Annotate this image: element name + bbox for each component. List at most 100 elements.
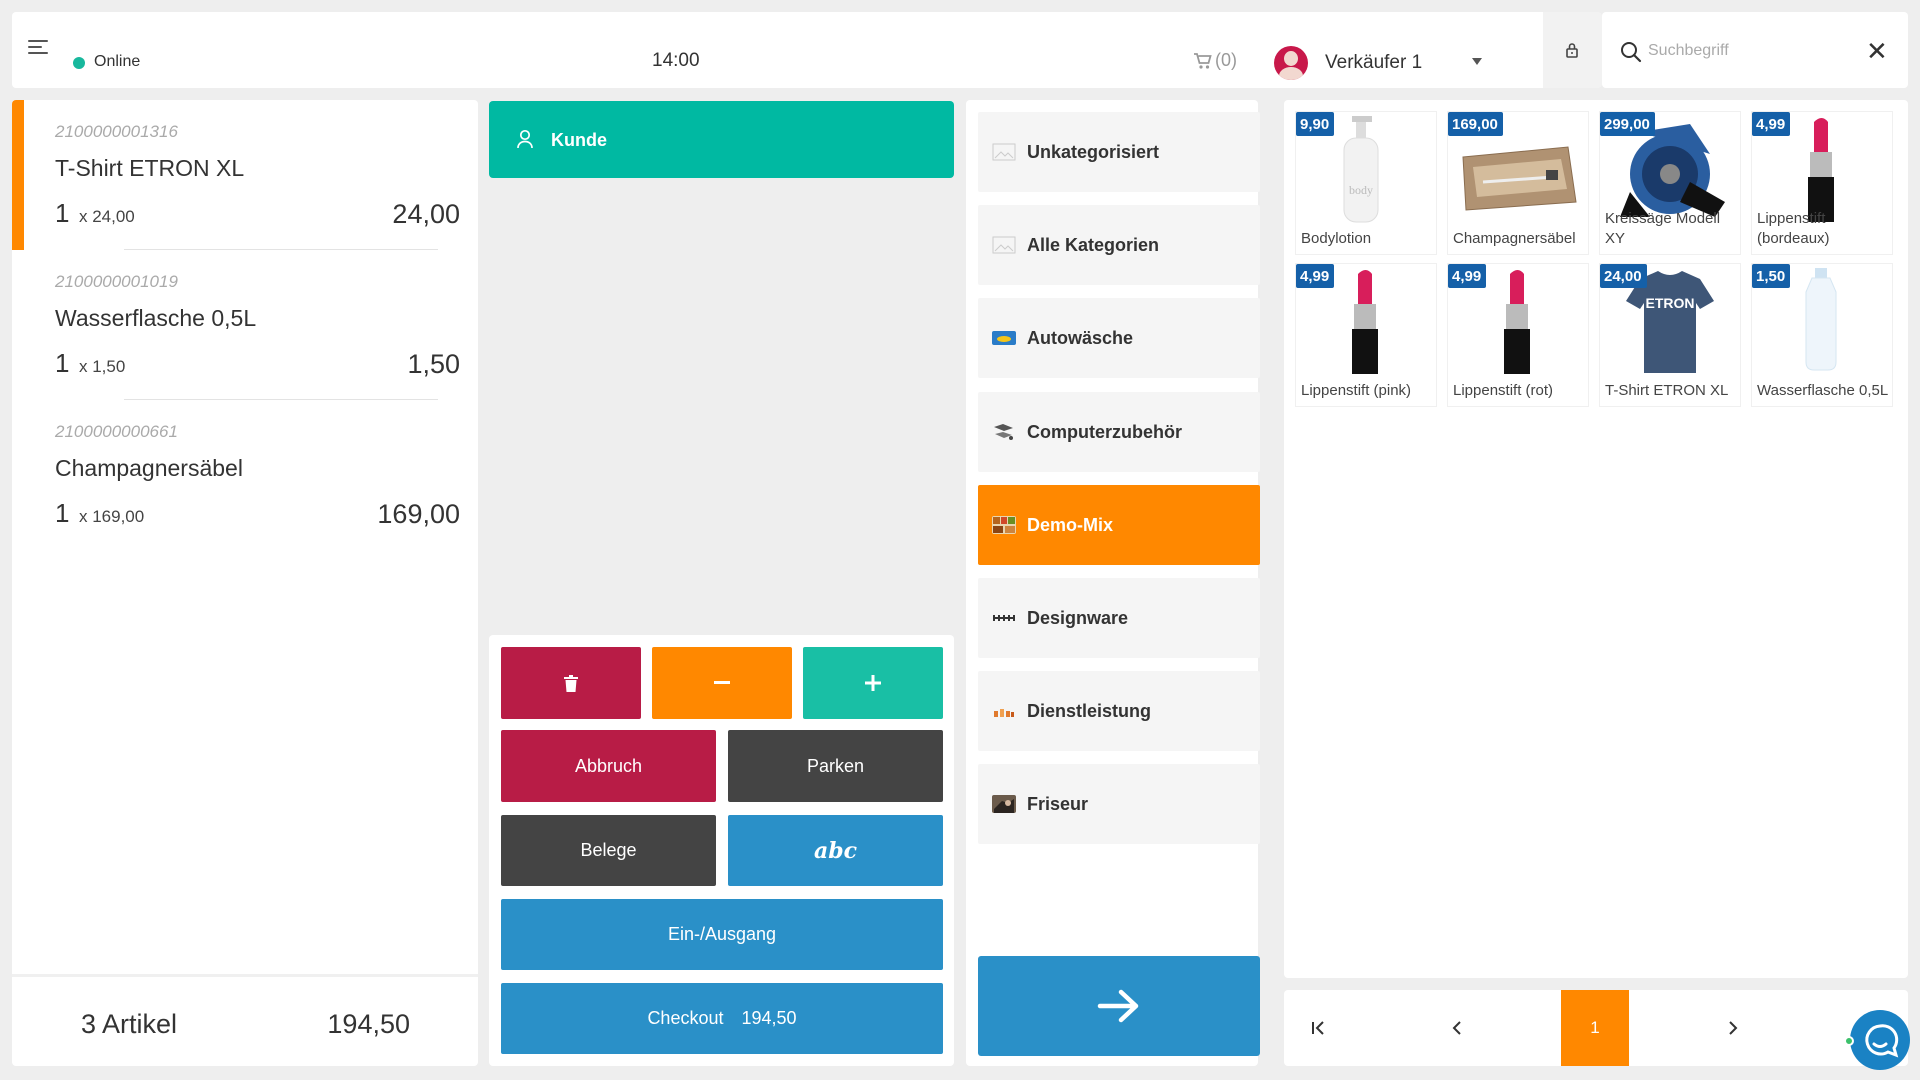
category-alle-kategorien[interactable]: Alle Kategorien: [978, 205, 1260, 285]
hairdresser-thumb: [992, 795, 1016, 813]
chevron-right-icon: [1729, 1021, 1738, 1035]
product-price: 169,00: [1448, 112, 1503, 136]
product-name: Lippenstift (rot): [1453, 382, 1554, 399]
customer-label: Kunde: [551, 130, 607, 150]
lock-button[interactable]: [1543, 12, 1602, 88]
category-autowaesche[interactable]: Autowäsche: [978, 298, 1260, 378]
product-price: 4,99: [1296, 264, 1335, 288]
cart-item-code: 2100000000661: [55, 422, 178, 441]
page-button-current[interactable]: 1: [1561, 990, 1629, 1066]
cart-panel: 2100000001316 T-Shirt ETRON XL 1 x 24,00…: [12, 100, 478, 1066]
park-button[interactable]: Parken: [728, 730, 943, 802]
action-pad: Abbruch Parken Belege abc Ein-/Ausgang C…: [489, 635, 954, 1066]
category-demo-mix[interactable]: Demo-Mix: [978, 485, 1260, 565]
product-tile[interactable]: 169,00 Champagnersäbel: [1448, 112, 1588, 254]
clock: 14:00: [652, 50, 700, 71]
in-out-button[interactable]: Ein-/Ausgang: [501, 899, 943, 970]
designer-logo-thumb: [993, 615, 1015, 621]
product-price: 1,50: [1752, 264, 1791, 288]
cart-icon: [1194, 52, 1212, 69]
receipts-button[interactable]: Belege: [501, 815, 716, 886]
next-page-button[interactable]: [1699, 990, 1767, 1066]
category-label: Designware: [1027, 608, 1129, 628]
seller-name[interactable]: Verkäufer 1: [1325, 52, 1422, 74]
search-bar: ✕: [1602, 12, 1908, 88]
product-tile[interactable]: 1,50 Wasserflasche 0,5L: [1752, 264, 1892, 406]
text-input-button[interactable]: abc: [728, 815, 943, 886]
product-name: T-Shirt ETRON XL: [1605, 382, 1729, 399]
product-price: 24,00: [1600, 264, 1647, 288]
product-name: Bodylotion: [1301, 230, 1372, 247]
chevron-down-icon[interactable]: [1472, 58, 1482, 65]
avatar[interactable]: [1274, 46, 1308, 80]
previous-page-button[interactable]: [1423, 990, 1491, 1066]
cart-sum: 194,50: [327, 1009, 410, 1039]
category-label: Autowäsche: [1027, 328, 1134, 348]
online-status-label: Online: [94, 53, 141, 70]
category-label: Dienstleistung: [1027, 701, 1152, 721]
checkout-button[interactable]: Checkout 194,50: [501, 983, 943, 1054]
chevron-left-icon: [1452, 1021, 1461, 1035]
cart-item-unit-price: x 169,00: [79, 507, 145, 526]
product-tile[interactable]: ETRON 24,00 T-Shirt ETRON XL: [1600, 264, 1740, 406]
cart-indicator[interactable]: (0): [1193, 50, 1237, 71]
product-price: 299,00: [1600, 112, 1655, 136]
cart-item-total: 1,50: [407, 349, 460, 379]
category-dienstleistung[interactable]: Dienstleistung: [978, 671, 1260, 751]
category-label: Friseur: [1027, 794, 1089, 814]
svg-text:body: body: [1349, 183, 1373, 197]
product-price: 4,99: [1448, 264, 1487, 288]
category-designware[interactable]: Designware: [978, 578, 1260, 658]
cart-summary: 3 Artikel 194,50: [12, 974, 478, 1066]
product-tile[interactable]: 4,99 Lippenstift (bordeaux): [1752, 112, 1892, 254]
service-thumb: [994, 709, 1014, 717]
cart-item-name: Wasserflasche 0,5L: [55, 305, 257, 331]
cart-item-name: T-Shirt ETRON XL: [55, 155, 245, 181]
category-unkategorisiert[interactable]: Unkategorisiert: [978, 112, 1260, 192]
category-computerzubehoer[interactable]: Computerzubehör: [978, 392, 1260, 472]
image-placeholder-icon: [992, 143, 1016, 161]
cart-line-item[interactable]: 2100000001316 T-Shirt ETRON XL 1 x 24,00…: [12, 100, 478, 250]
image-placeholder-icon: [992, 236, 1016, 254]
cancel-button[interactable]: Abbruch: [501, 730, 716, 802]
cart-item-total: 24,00: [392, 199, 460, 229]
menu-icon[interactable]: [28, 40, 48, 60]
product-grid: body 9,90 Bodylotion 169,00 Champagnersä…: [1284, 100, 1908, 978]
delete-item-button[interactable]: [501, 647, 641, 719]
decrease-qty-button[interactable]: [652, 647, 792, 719]
product-name: Wasserflasche 0,5L: [1757, 382, 1889, 399]
user-icon: [517, 129, 533, 149]
cart-item-code: 2100000001316: [55, 122, 178, 141]
product-tile[interactable]: 299,00 Kreissäge Modell XY: [1600, 112, 1740, 254]
lock-icon: [1566, 43, 1578, 58]
customer-button[interactable]: Kunde: [489, 101, 954, 178]
support-chat-button[interactable]: [1850, 1010, 1910, 1070]
search-icon: [1621, 42, 1642, 63]
product-name: Lippenstift (bordeaux): [1757, 210, 1830, 247]
category-panel: Unkategorisiert Alle Kategorien Autowäsc…: [966, 100, 1260, 1066]
cart-line-item[interactable]: 2100000001019 Wasserflasche 0,5L 1 x 1,5…: [12, 250, 478, 400]
trash-icon: [564, 674, 578, 692]
category-label: Unkategorisiert: [1027, 142, 1160, 162]
first-page-button[interactable]: [1284, 990, 1352, 1066]
pagination: 1: [1284, 990, 1908, 1066]
product-name: Kreissäge Modell XY: [1605, 210, 1721, 247]
first-page-icon: [1312, 1021, 1324, 1035]
cart-line-item[interactable]: 2100000000661 Champagnersäbel 1 x 169,00…: [12, 400, 478, 550]
increase-qty-button[interactable]: [803, 647, 943, 719]
category-friseur[interactable]: Friseur: [978, 764, 1260, 844]
close-icon[interactable]: ✕: [1866, 38, 1888, 64]
next-category-button[interactable]: [978, 956, 1260, 1056]
product-tile[interactable]: 4,99 Lippenstift (pink): [1296, 264, 1436, 406]
cart-item-unit-price: x 1,50: [79, 357, 126, 376]
online-status-dot: [73, 57, 85, 69]
cart-item-unit-price: x 24,00: [79, 207, 135, 226]
cart-item-qty: 1: [55, 498, 70, 528]
product-tile[interactable]: body 9,90 Bodylotion: [1296, 112, 1436, 254]
cart-item-name: Champagnersäbel: [55, 455, 243, 481]
checkout-amount: 194,50: [741, 1008, 797, 1028]
product-tile[interactable]: 4,99 Lippenstift (rot): [1448, 264, 1588, 406]
demo-mix-thumb: [992, 516, 1016, 534]
plus-icon: [865, 675, 881, 691]
search-input[interactable]: [1648, 36, 1848, 66]
